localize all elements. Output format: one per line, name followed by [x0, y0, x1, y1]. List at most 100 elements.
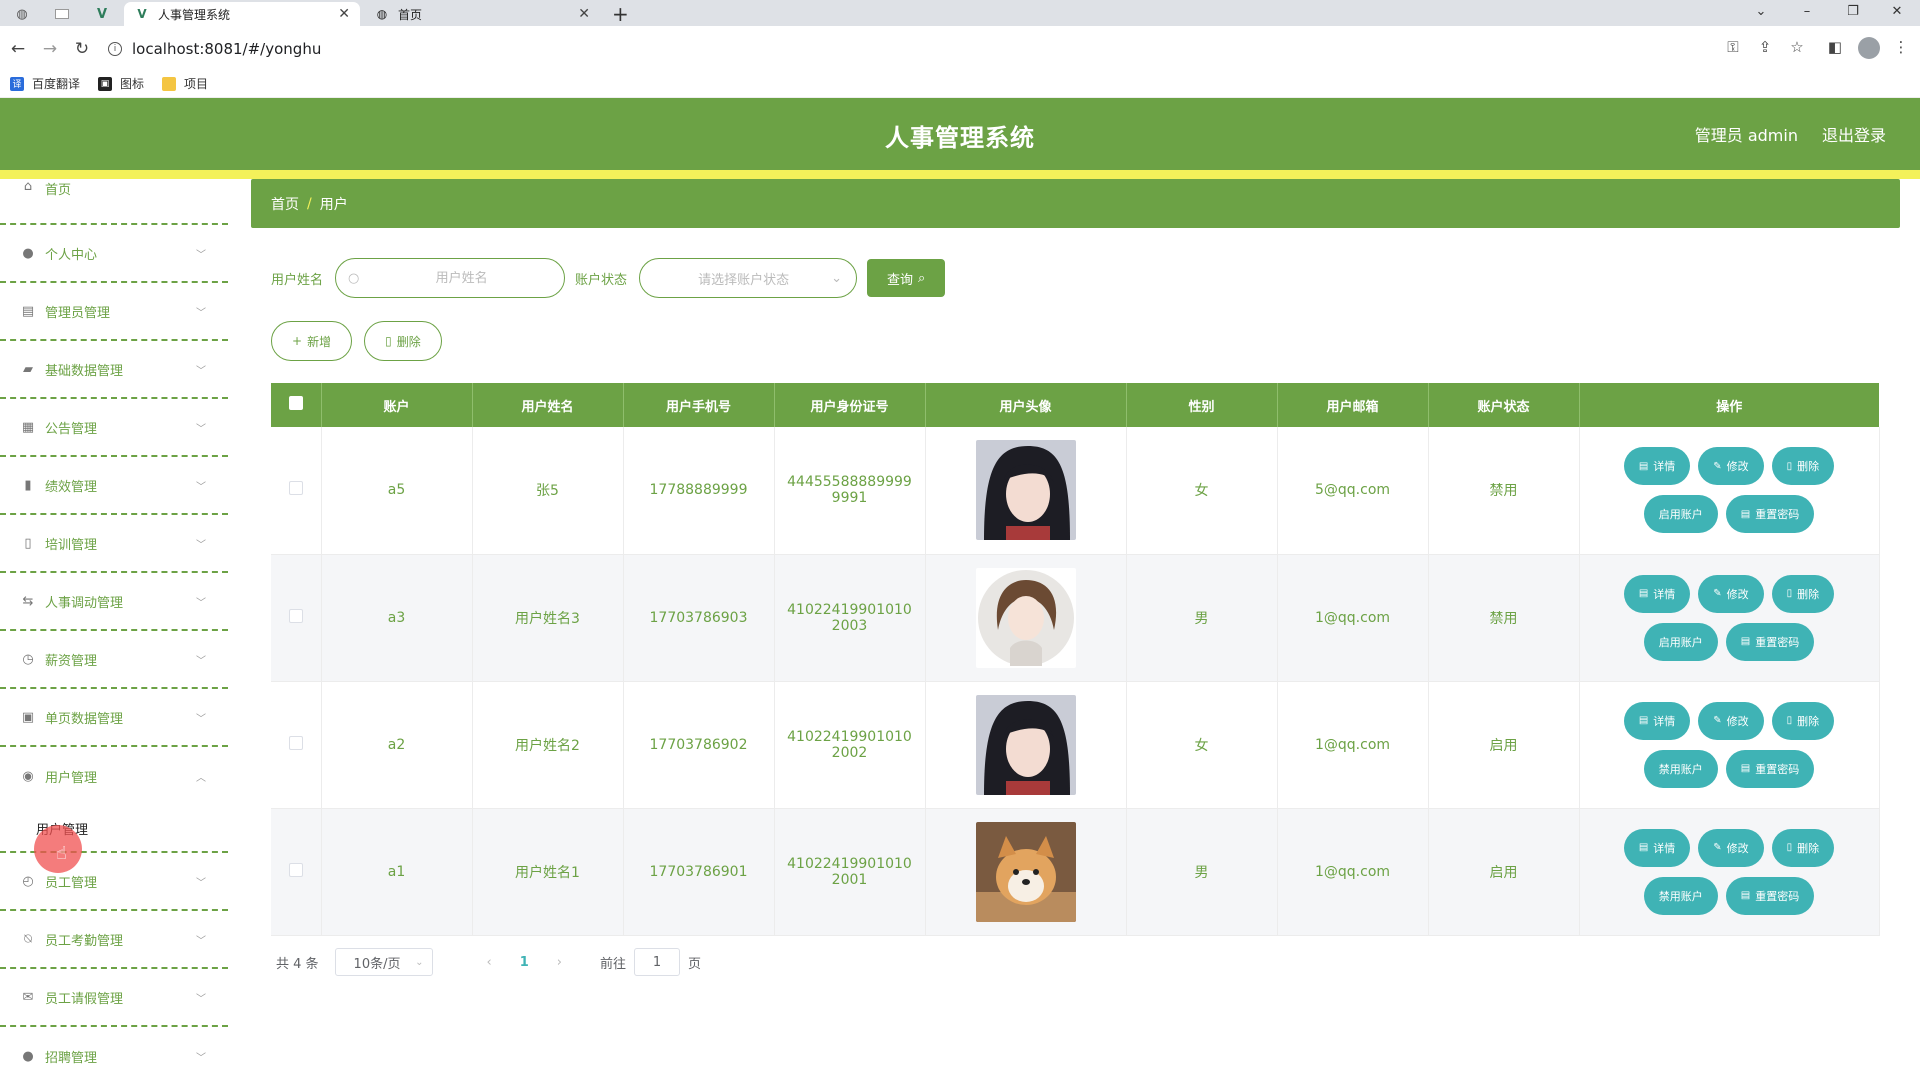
reload-icon[interactable]: ↻	[70, 37, 94, 61]
new-tab-icon[interactable]: +	[612, 2, 629, 26]
bookmark-project[interactable]: 项目	[162, 75, 208, 92]
thermometer-icon: ▯	[24, 535, 32, 551]
back-icon[interactable]: ←	[6, 37, 30, 61]
share-icon[interactable]: ⇪	[1754, 38, 1776, 56]
column-header[interactable]: 账户	[321, 383, 473, 427]
blank-tab-icon[interactable]	[46, 4, 78, 24]
sidebar-subitem-users[interactable]: 用户管理 ☝	[0, 805, 228, 873]
close-icon[interactable]: ✕	[338, 6, 350, 22]
breadcrumb-home[interactable]: 首页	[271, 194, 299, 214]
next-page-icon[interactable]: ›	[557, 955, 562, 970]
info-icon[interactable]: i	[108, 42, 122, 56]
document-icon: ▤	[1638, 842, 1649, 853]
select-all-checkbox[interactable]	[288, 396, 303, 410]
reset-password-button[interactable]: ▤ 重置密码	[1725, 749, 1815, 788]
column-header[interactable]: 账户状态	[1428, 383, 1580, 427]
sidebar-item-home[interactable]: ⌂ 首页	[0, 179, 228, 198]
status-select[interactable]: 请选择账户状态 ⌄	[639, 258, 858, 298]
delete-button[interactable]: ▯ 删除	[1771, 447, 1835, 486]
name-search-box[interactable]: ○	[335, 258, 566, 298]
edit-button[interactable]: ✎ 修改	[1698, 447, 1764, 486]
sidebar-item-recruit[interactable]: ● 招聘管理 ﹀	[0, 1027, 228, 1072]
toggle-account-button[interactable]: 禁用账户	[1643, 749, 1718, 788]
logout-link[interactable]: 退出登录	[1822, 122, 1886, 146]
chevron-down-icon[interactable]: ⌄	[1738, 0, 1784, 22]
edit-button[interactable]: ✎ 修改	[1698, 701, 1764, 740]
sidebar-item-performance[interactable]: ▮ 绩效管理 ﹀	[0, 457, 228, 515]
column-header[interactable]: 用户身份证号	[774, 383, 926, 427]
column-header[interactable]: 用户姓名	[472, 383, 624, 427]
globe-icon[interactable]: ◍	[6, 4, 38, 24]
sidebar-item-basic-data[interactable]: ▰ 基础数据管理 ﹀	[0, 341, 228, 399]
page-number[interactable]: 1	[520, 955, 529, 970]
avatar[interactable]	[975, 694, 1076, 795]
avatar[interactable]	[975, 821, 1076, 922]
sidebar-item-salary[interactable]: ◷ 薪资管理 ﹀	[0, 631, 228, 689]
current-user: 管理员 admin	[1694, 126, 1798, 145]
row-checkbox[interactable]	[288, 481, 303, 496]
delete-button[interactable]: ▯ 删除	[1771, 828, 1835, 867]
avatar[interactable]	[975, 567, 1076, 668]
pencil-icon: ✎	[1713, 588, 1722, 599]
prev-page-icon[interactable]: ‹	[487, 955, 492, 970]
email-cell: 1@qq.com	[1277, 808, 1429, 936]
detail-button[interactable]: ▤ 详情	[1623, 447, 1691, 486]
reset-password-button[interactable]: ▤ 重置密码	[1725, 876, 1815, 915]
sidebar-item-users[interactable]: ◉ 用户管理 ︿	[0, 747, 228, 805]
edit-button[interactable]: ✎ 修改	[1698, 828, 1764, 867]
document-icon: ▤	[1740, 508, 1751, 520]
sidebar-item-profile[interactable]: ● 个人中心 ﹀	[0, 225, 228, 283]
chevron-down-icon: ⌄	[415, 956, 424, 968]
sidepanel-icon[interactable]: ◧	[1824, 38, 1846, 56]
sidebar-item-admin[interactable]: ▤ 管理员管理 ﹀	[0, 283, 228, 341]
reset-password-button[interactable]: ▤ 重置密码	[1725, 622, 1815, 661]
tab-home[interactable]: ◍ 首页 ✕	[364, 2, 600, 26]
url-field[interactable]: i localhost:8081/#/yonghu	[108, 34, 1708, 64]
delete-button[interactable]: ▯ 删除	[1771, 701, 1835, 740]
column-header[interactable]: 性别	[1126, 383, 1278, 427]
sidebar-item-attendance[interactable]: ⍉ 员工考勤管理 ﹀	[0, 911, 228, 969]
detail-button[interactable]: ▤ 详情	[1623, 574, 1691, 613]
query-button[interactable]: 查询 ⌕	[867, 259, 946, 297]
star-icon[interactable]: ☆	[1786, 38, 1808, 56]
profile-avatar[interactable]	[1858, 37, 1880, 59]
toggle-account-button[interactable]: 启用账户	[1643, 622, 1718, 661]
add-button[interactable]: + 新增	[271, 321, 353, 361]
select-all-cell	[271, 383, 322, 427]
window-close-icon[interactable]: ✕	[1874, 0, 1920, 22]
row-checkbox[interactable]	[288, 608, 303, 623]
column-header[interactable]: 用户邮箱	[1277, 383, 1429, 427]
name-search-input[interactable]	[359, 270, 565, 286]
edit-button[interactable]: ✎ 修改	[1698, 574, 1764, 613]
sidebar-item-leave[interactable]: ✉ 员工请假管理 ﹀	[0, 969, 228, 1027]
sidebar-item-notice[interactable]: ▦ 公告管理 ﹀	[0, 399, 228, 457]
goto-page-input[interactable]: 1	[634, 948, 681, 976]
bookmark-icons[interactable]: ▣ 图标	[98, 75, 144, 92]
toggle-account-button[interactable]: 禁用账户	[1643, 876, 1718, 915]
kebab-menu-icon[interactable]: ⋮	[1890, 38, 1912, 56]
column-header[interactable]: 用户头像	[925, 383, 1127, 427]
forward-icon[interactable]: →	[38, 37, 62, 61]
detail-button[interactable]: ▤ 详情	[1623, 828, 1691, 867]
detail-button[interactable]: ▤ 详情	[1623, 701, 1691, 740]
minimize-icon[interactable]: –	[1784, 0, 1830, 22]
sidebar-item-single-page[interactable]: ▣ 单页数据管理 ﹀	[0, 689, 228, 747]
reset-password-button[interactable]: ▤ 重置密码	[1725, 495, 1815, 534]
sidebar-item-employees[interactable]: ◴ 员工管理 ﹀	[0, 853, 228, 911]
toggle-account-button[interactable]: 启用账户	[1643, 495, 1718, 534]
sidebar-item-training[interactable]: ▯ 培训管理 ﹀	[0, 515, 228, 573]
column-header[interactable]: 用户手机号	[623, 383, 775, 427]
restore-icon[interactable]: ❐	[1830, 0, 1876, 22]
delete-button[interactable]: ▯ 删除	[1771, 574, 1835, 613]
close-icon[interactable]: ✕	[578, 6, 590, 22]
vue-logo-icon[interactable]: V	[86, 4, 118, 24]
avatar[interactable]	[975, 440, 1076, 541]
batch-delete-button[interactable]: ▯ 删除	[364, 321, 442, 361]
key-icon[interactable]: ⚿	[1722, 38, 1744, 56]
page-size-select[interactable]: 10条/页 ⌄	[334, 948, 433, 976]
row-checkbox[interactable]	[288, 862, 303, 877]
bookmark-baidu-fanyi[interactable]: 译 百度翻译	[10, 75, 80, 92]
sidebar-item-transfer[interactable]: ⇆ 人事调动管理 ﹀	[0, 573, 228, 631]
row-checkbox[interactable]	[288, 735, 303, 750]
tab-renshi[interactable]: V 人事管理系统 ✕	[124, 2, 360, 26]
